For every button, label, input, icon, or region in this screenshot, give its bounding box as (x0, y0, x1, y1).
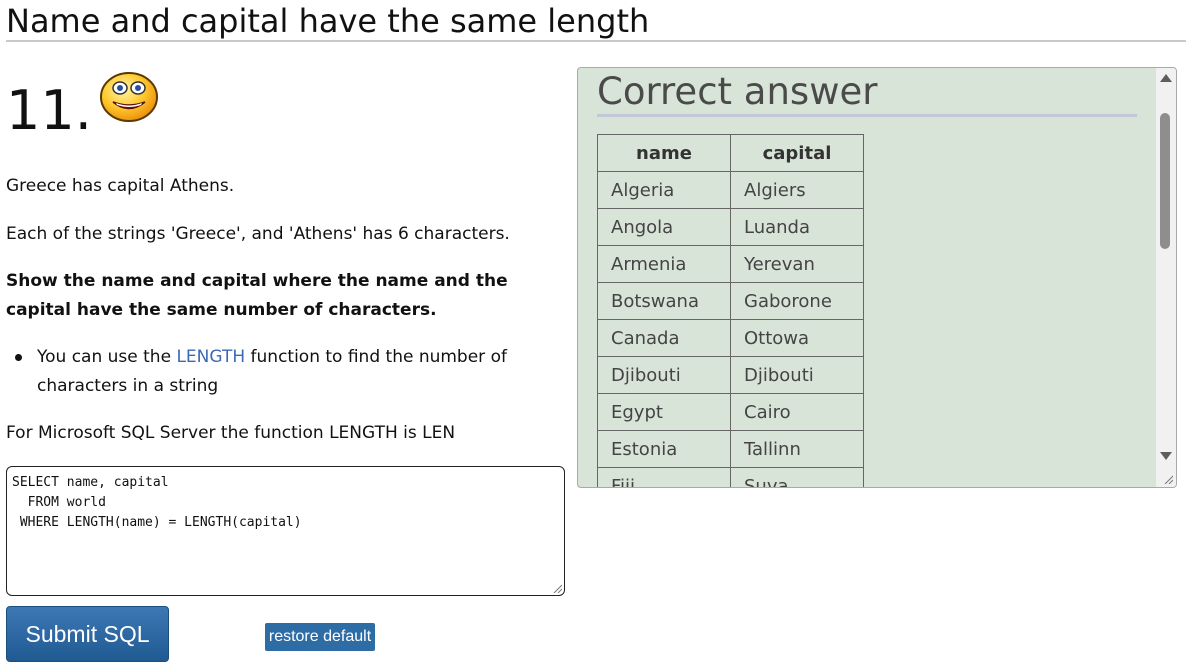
mssql-note: For Microsoft SQL Server the function LE… (6, 423, 456, 443)
answer-table: name capital Algeria Algiers Angola Luanda… (597, 134, 864, 487)
sql-editor[interactable]: SELECT name, capital FROM world WHERE LE… (6, 466, 565, 596)
cell-capital: Luanda (730, 208, 864, 246)
cell-capital: Tallinn (730, 430, 864, 468)
hint-list: You can use the LENGTH function to find … (6, 343, 566, 401)
submit-sql-button[interactable]: Submit SQL (6, 606, 169, 662)
cell-name: Angola (597, 208, 731, 246)
length-function-link[interactable]: LENGTH (176, 347, 245, 367)
table-row: Armenia Yerevan (597, 245, 864, 283)
answer-panel[interactable]: Correct answer name capital Algeria Algie… (577, 67, 1177, 488)
cell-name: Botswana (597, 282, 731, 320)
table-header-row: name capital (597, 134, 864, 172)
cell-capital: Algiers (730, 171, 864, 209)
bullet-dot (15, 354, 22, 361)
cell-capital: Suva (730, 467, 864, 487)
cell-name: Canada (597, 319, 731, 357)
cell-capital: Djibouti (730, 356, 864, 394)
table-row: Estonia Tallinn (597, 430, 864, 468)
question-task: Show the name and capital where the name… (6, 271, 508, 320)
resize-grip-icon[interactable] (552, 583, 562, 593)
cell-capital: Gaborone (730, 282, 864, 320)
cell-name: Fiji (597, 467, 731, 487)
cell-capital: Cairo (730, 393, 864, 431)
table-row: Angola Luanda (597, 208, 864, 246)
scrollbar-thumb[interactable] (1160, 113, 1170, 249)
cell-capital: Yerevan (730, 245, 864, 283)
cell-name: Estonia (597, 430, 731, 468)
resize-grip-icon[interactable] (1163, 474, 1173, 484)
page-title: Name and capital have the same length (6, 2, 1186, 42)
cell-name: Egypt (597, 393, 731, 431)
cell-capital: Ottowa (730, 319, 864, 357)
table-row: Botswana Gaborone (597, 282, 864, 320)
table-row: Fiji Suva (597, 467, 864, 487)
cell-name: Algeria (597, 171, 731, 209)
table-row: Egypt Cairo (597, 393, 864, 431)
cell-name: Djibouti (597, 356, 731, 394)
column-header-name: name (597, 134, 731, 172)
question-intro: Greece has capital Athens. (6, 176, 235, 196)
table-row: Algeria Algiers (597, 171, 864, 209)
question-number: 11. (6, 79, 92, 142)
answer-title: Correct answer (597, 70, 1137, 117)
table-row: Canada Ottowa (597, 319, 864, 357)
column-header-capital: capital (730, 134, 864, 172)
hint-item: You can use the LENGTH function to find … (6, 343, 566, 401)
smiley-face-icon (100, 72, 158, 122)
panel-scrollbar[interactable] (1156, 68, 1176, 487)
restore-default-button[interactable]: restore default (265, 623, 375, 651)
sql-editor-text[interactable]: SELECT name, capital FROM world WHERE LE… (7, 467, 564, 533)
scroll-down-icon[interactable] (1160, 452, 1172, 460)
scroll-up-icon[interactable] (1160, 74, 1172, 82)
cell-name: Armenia (597, 245, 731, 283)
table-row: Djibouti Djibouti (597, 356, 864, 394)
hint-text-before: You can use the (37, 347, 177, 367)
question-detail: Each of the strings 'Greece', and 'Athen… (6, 224, 510, 244)
